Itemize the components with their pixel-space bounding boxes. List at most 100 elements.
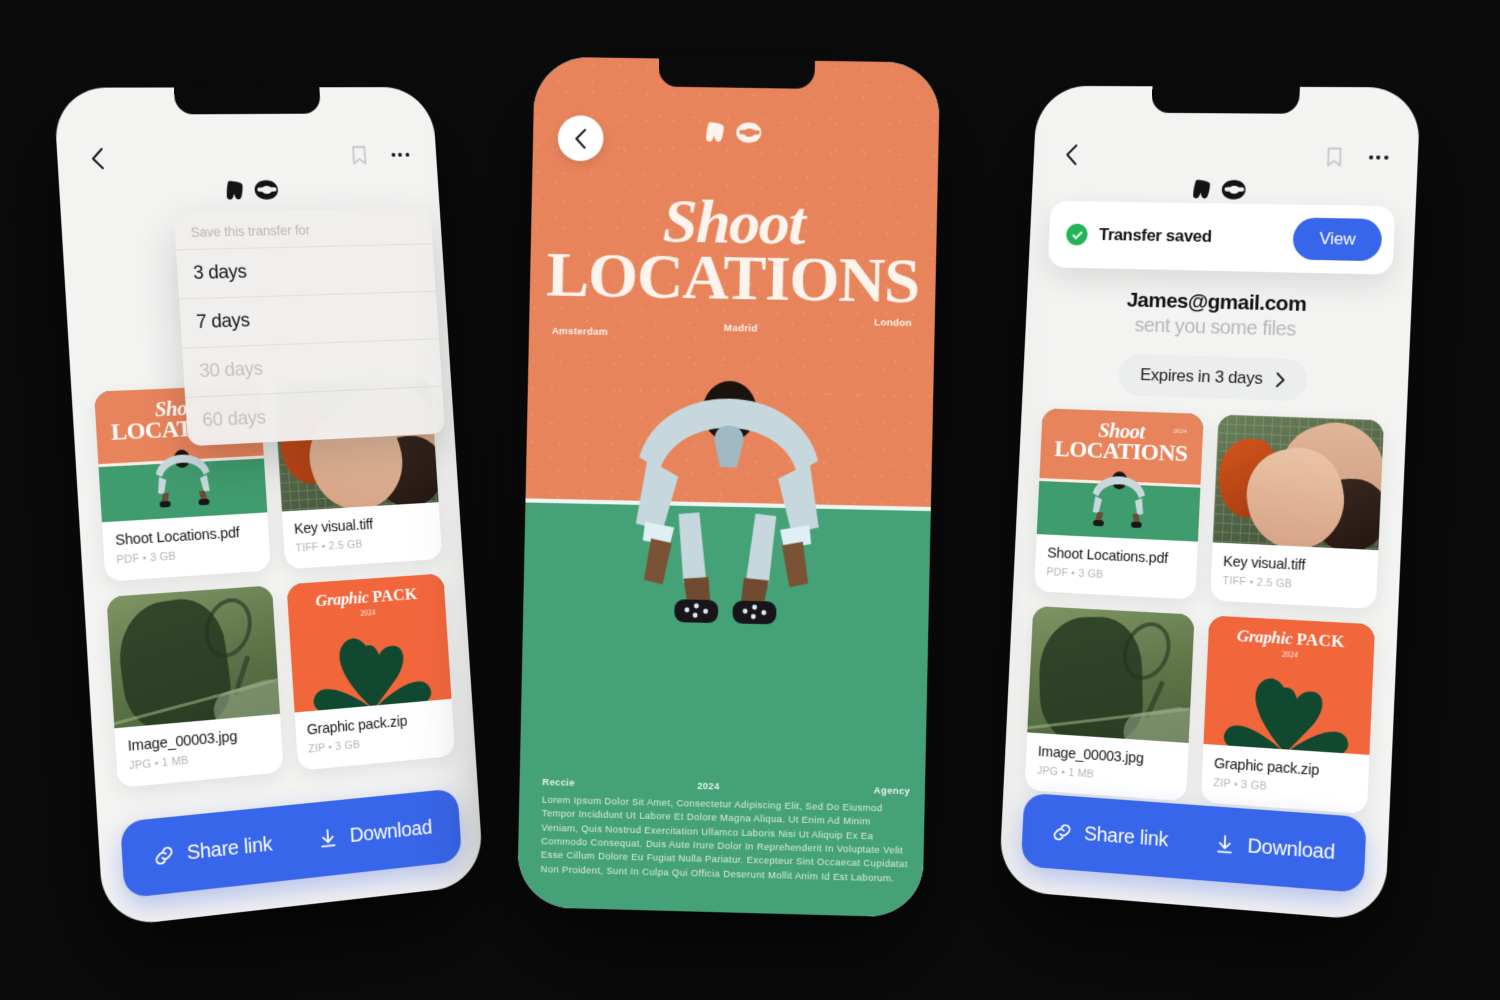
more-dots-icon[interactable] [387,142,413,167]
action-bar: Share link Download [120,788,463,899]
download-button[interactable]: Download [316,816,433,851]
bookmark-icon[interactable] [346,143,372,169]
graphic-pack-art: Graphic PACK 2024 [1202,615,1376,755]
file-subtitle: PDF • 3 GB [116,550,177,567]
view-button[interactable]: View [1292,217,1383,262]
file-card[interactable]: Graphic PACK 2024 Graphic pack.zip ZIP •… [1200,615,1376,815]
credit-left: Reccie [542,776,575,788]
expires-label: Expires in 3 days [1139,365,1263,388]
share-link-label: Share link [186,832,273,865]
download-icon [316,826,339,850]
key-visual-art [1212,414,1385,551]
art-title-italic: Graphic [314,587,370,611]
notch [173,87,322,115]
file-thumbnail [1212,414,1385,551]
file-subtitle: TIFF • 2.5 GB [1222,574,1293,591]
file-subtitle: JPG • 1 MB [1036,764,1095,781]
we-logo-icon [1193,179,1246,200]
file-meta: Shoot Locations.pdf PDF • 3 GB [102,512,271,581]
chevron-right-icon [1276,372,1286,387]
flower-mark [313,637,433,713]
file-subtitle: PDF • 3 GB [1046,566,1104,581]
art-title-line2: LOCATIONS [1053,436,1188,468]
top-bar [1033,136,1418,176]
tennis-shadow-art [106,585,280,729]
link-icon [152,843,176,868]
phone-center: Shoot LOCATIONS Amsterdam Madrid London [517,56,941,918]
mockup-stage: Shoot LOCATIONS 2024 [0,0,1500,1000]
phone-right-screen: Transfer saved View James@gmail.com sent… [999,86,1421,922]
file-subtitle: ZIP • 3 GB [1212,776,1268,793]
person-figure [1092,471,1146,529]
top-bar [56,137,437,177]
file-subtitle: TIFF • 2.5 GB [295,538,363,555]
we-logo [59,176,439,208]
file-card[interactable]: Shoot LOCATIONS 2024 [1034,408,1204,600]
poster-credits: Reccie 2024 Agency Lorem Ipsum Dolor Sit… [540,777,910,886]
file-thumbnail [1027,605,1195,743]
more-dots-icon[interactable] [1364,144,1391,170]
city-amsterdam: Amsterdam [551,325,608,339]
art-title-italic: Graphic [1236,626,1293,649]
file-meta: Image_00003.jpg JPG • 1 MB [1025,732,1189,801]
poster-title: Shoot LOCATIONS [530,186,938,317]
back-chevron-icon[interactable] [1058,141,1084,167]
flower-mark [1223,677,1349,755]
city-madrid: Madrid [723,322,758,335]
file-meta: Key visual.tiff TIFF • 2.5 GB [281,502,442,569]
dropdown-header: Save this transfer for [190,222,311,241]
art-title-bold: PACK [1295,629,1346,652]
notch [658,58,815,89]
download-label: Download [1246,834,1336,864]
file-card[interactable]: Image_00003.jpg JPG • 1 MB [106,585,284,788]
download-label: Download [349,816,433,847]
file-name: Shoot Locations.pdf [114,525,241,550]
dropdown-option-3-days[interactable]: 3 days [175,243,436,299]
sender-block: James@gmail.com sent you some files [1025,286,1412,345]
art-year: 2024 [1172,426,1187,436]
poster-person-figure [636,380,821,624]
phone-left-screen: Shoot LOCATIONS 2024 [53,87,484,928]
file-meta: Key visual.tiff TIFF • 2.5 GB [1210,542,1379,609]
file-thumbnail: Graphic PACK 2024 [1202,615,1376,755]
back-chevron-icon[interactable] [83,145,111,172]
phone-center-screen: Shoot LOCATIONS Amsterdam Madrid London [517,56,941,918]
tennis-shadow-art [1027,605,1195,743]
share-link-button[interactable]: Share link [152,833,273,869]
share-link-button[interactable]: Share link [1051,820,1169,852]
file-name: Shoot Locations.pdf [1046,545,1169,568]
transfer-saved-toast: Transfer saved View [1047,200,1396,275]
file-thumbnail: Graphic PACK 2024 [286,573,452,713]
file-card[interactable]: Image_00003.jpg JPG • 1 MB [1024,605,1195,802]
person-figure [154,449,210,508]
we-logo-icon [226,180,279,200]
phone-left: Shoot LOCATIONS 2024 [53,87,485,928]
poster-preview: Shoot LOCATIONS Amsterdam Madrid London [517,56,941,918]
download-button[interactable]: Download [1213,832,1335,864]
phone-right: Transfer saved View James@gmail.com sent… [998,85,1421,922]
art-title-bold: PACK [371,584,418,607]
file-thumbnail [106,585,280,729]
download-icon [1213,833,1236,857]
file-name: Key visual.tiff [1222,553,1306,574]
expires-pill[interactable]: Expires in 3 days [1117,353,1309,402]
credit-right: Agency [873,785,911,797]
file-meta: Shoot Locations.pdf PDF • 3 GB [1034,534,1197,600]
graphic-pack-art: Graphic PACK 2024 [286,573,452,713]
we-logo-icon [706,122,761,143]
file-card[interactable]: Key visual.tiff TIFF • 2.5 GB [1209,414,1385,610]
file-thumbnail: Shoot LOCATIONS 2024 [1036,408,1204,542]
file-card[interactable]: Graphic PACK 2024 Graphic pack.zip ZIP •… [286,573,456,771]
bookmark-icon[interactable] [1320,144,1347,170]
file-meta: Graphic pack.zip ZIP • 3 GB [1200,744,1369,814]
file-grid: Shoot LOCATIONS 2024 [1024,408,1385,815]
poster-title-line2: LOCATIONS [545,238,920,317]
city-london: London [873,317,912,330]
toast-label: Transfer saved [1098,225,1213,246]
shoot-locations-art: Shoot LOCATIONS 2024 [1036,408,1204,542]
save-duration-dropdown[interactable]: Save this transfer for 3 days 7 days 30 … [173,207,446,447]
check-circle-icon [1065,223,1088,246]
credit-row: Reccie 2024 Agency [542,777,910,797]
